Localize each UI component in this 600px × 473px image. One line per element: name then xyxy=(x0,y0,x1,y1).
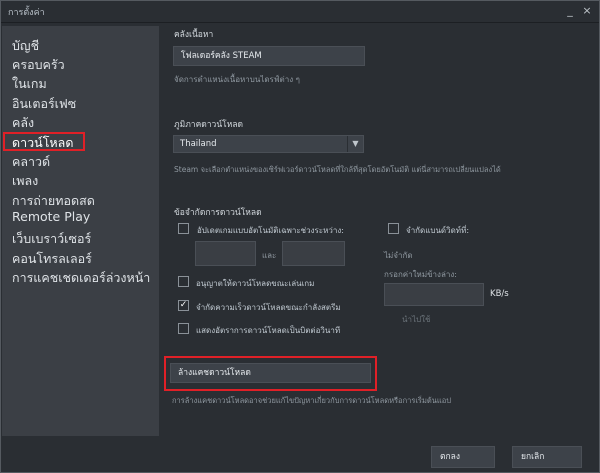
region-description: Steam จะเลือกตำแหน่งของเซิร์ฟเวอร์ดาวน์โ… xyxy=(174,165,501,174)
ok-button[interactable]: ตกลง xyxy=(431,446,495,468)
settings-sidebar: บัญชี ครอบครัว ในเกม อินเตอร์เฟซ คลัง ดา… xyxy=(2,26,159,436)
download-region-select[interactable]: Thailand ▼ xyxy=(173,135,364,153)
minimize-icon[interactable]: _ xyxy=(563,3,577,19)
and-label: และ xyxy=(262,251,277,260)
chevron-down-icon: ▼ xyxy=(347,136,363,152)
limit-bandwidth-checkbox[interactable] xyxy=(388,223,399,234)
limit-bandwidth-label: จำกัดแบนด์วิดท์ที่: xyxy=(406,226,470,235)
sidebar-item-in-game[interactable]: ในเกม xyxy=(12,75,47,93)
clear-cache-description: การล้างแคชดาวน์โหลดอาจช่วยแก้ไขปัญหาเกี่… xyxy=(172,396,451,405)
sidebar-item-controller[interactable]: คอนโทรลเลอร์ xyxy=(12,250,92,268)
downloads-highlight-box xyxy=(3,132,85,151)
sidebar-item-remote-play[interactable]: Remote Play xyxy=(12,208,90,226)
sidebar-item-music[interactable]: เพลง xyxy=(12,172,38,190)
sidebar-item-family[interactable]: ครอบครัว xyxy=(12,56,65,74)
cancel-button[interactable]: ยกเลิก xyxy=(512,446,582,468)
auto-update-start-time[interactable] xyxy=(195,241,256,266)
bandwidth-no-limit-text: ไม่จำกัด xyxy=(384,251,413,260)
download-region-value: Thailand xyxy=(180,139,217,149)
allow-while-playing-label: อนุญาตให้ดาวน์โหลดขณะเล่นเกม xyxy=(196,279,315,288)
region-section-title: ภูมิภาคดาวน์โหลด xyxy=(174,120,244,130)
sidebar-item-account[interactable]: บัญชี xyxy=(12,37,39,55)
auto-update-window-checkbox[interactable] xyxy=(178,223,189,234)
library-section-title: คลังเนื้อหา xyxy=(174,30,214,40)
close-icon[interactable]: × xyxy=(580,3,594,19)
sidebar-item-interface[interactable]: อินเตอร์เฟซ xyxy=(12,95,76,113)
sidebar-item-library[interactable]: คลัง xyxy=(12,114,34,132)
bandwidth-apply-link[interactable]: นำไปใช้ xyxy=(402,313,430,326)
auto-update-window-label: อัปเดตเกมแบบอัตโนมัติเฉพาะช่วงระหว่าง: xyxy=(197,226,344,235)
restrictions-section-title: ข้อจำกัดการดาวน์โหลด xyxy=(174,208,262,218)
sidebar-item-cloud[interactable]: คลาวด์ xyxy=(12,153,50,171)
bandwidth-value-input[interactable] xyxy=(384,283,484,306)
bandwidth-unit-label: KB/s xyxy=(490,289,509,299)
title-bar: การตั้งค่า _ × xyxy=(1,1,599,23)
show-bits-label: แสดงอัตราการดาวน์โหลดเป็นบิตต่อวินาที xyxy=(196,326,341,335)
sidebar-item-shader-precaching[interactable]: การแคชเชดเดอร์ล่วงหน้า xyxy=(12,269,150,287)
throttle-streaming-checkbox[interactable]: ✓ xyxy=(178,300,189,311)
show-bits-checkbox[interactable] xyxy=(178,323,189,334)
allow-while-playing-checkbox[interactable] xyxy=(178,276,189,287)
sidebar-item-web-browser[interactable]: เว็บเบราว์เซอร์ xyxy=(12,230,91,248)
window-title: การตั้งค่า xyxy=(8,8,45,18)
panel-scrollbar[interactable] xyxy=(584,26,594,436)
library-description: จัดการตำแหน่งเนื้อหาบนไดรฟ์ต่าง ๆ xyxy=(174,75,300,84)
auto-update-end-time[interactable] xyxy=(282,241,345,266)
steam-library-folders-button[interactable]: โฟลเดอร์คลัง STEAM xyxy=(173,46,365,66)
bandwidth-enter-value-label: กรอกค่าใหม่ข้างล่าง: xyxy=(384,270,457,279)
clear-cache-highlight-box xyxy=(164,356,377,391)
throttle-streaming-label: จำกัดความเร็วดาวน์โหลดขณะกำลังสตรีม xyxy=(196,303,341,312)
